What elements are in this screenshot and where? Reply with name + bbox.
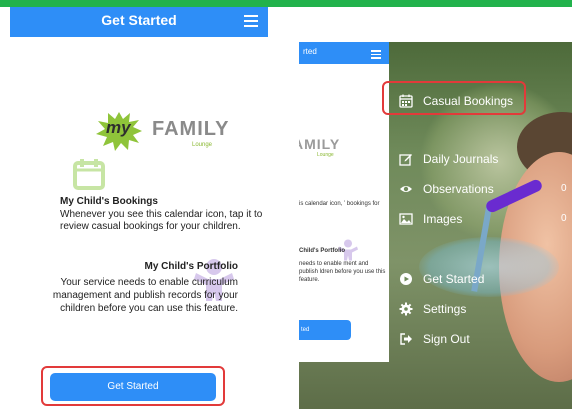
mini-menu-icon[interactable]: [371, 48, 381, 61]
app-header: Get Started: [10, 7, 268, 37]
observations-count: 0: [561, 183, 567, 194]
menu-item-label: Get Started: [423, 272, 485, 286]
get-started-screen: Get Started my FAMILY Lounge My Child's …: [10, 7, 268, 409]
menu-item-label: Sign Out: [423, 332, 470, 346]
my-family-lounge-logo: my FAMILY Lounge: [94, 109, 229, 159]
bookings-heading: My Child's Bookings: [60, 196, 158, 207]
menu-item-label: Daily Journals: [423, 152, 499, 166]
top-accent-bar: [0, 0, 572, 7]
portfolio-heading: My Child's Portfolio: [144, 261, 239, 272]
page-title: Get Started: [101, 12, 177, 28]
sign-out-icon: [400, 333, 412, 345]
mini-get-started-button[interactable]: ted: [299, 320, 351, 340]
bookings-description: Whenever you see this calendar icon, tap…: [60, 209, 263, 232]
mini-title: rted: [303, 47, 317, 56]
mini-logo: AMILY: [299, 136, 341, 152]
mini-bookings-text: is calendar icon, ’ bookings for: [299, 201, 380, 207]
mini-logo-lounge: Lounge: [317, 152, 334, 158]
highlight-get-started: [41, 366, 225, 406]
logo-lounge-text: Lounge: [192, 142, 213, 148]
portfolio-description: Your service needs to enable curriculum …: [52, 277, 238, 314]
menu-item-label: Images: [423, 212, 463, 226]
mini-header: rted: [299, 42, 389, 64]
bubble-photo: [419, 237, 559, 297]
menu-item-label: Observations: [423, 182, 494, 196]
edit-icon: [399, 154, 412, 166]
gear-icon: [399, 302, 413, 316]
menu-icon[interactable]: [244, 12, 258, 28]
eye-icon: [400, 186, 412, 192]
images-count: 0: [561, 213, 567, 224]
play-circle-icon: [400, 273, 412, 285]
menu-item-label: Settings: [423, 302, 467, 316]
mini-portfolio-heading: Child's Portfolio: [299, 248, 346, 254]
logo-family-text: FAMILY: [152, 118, 230, 140]
calendar-icon: [73, 159, 105, 190]
image-icon: [399, 213, 413, 225]
mini-portfolio-text: needs to enable ment and publish ldren b…: [299, 261, 386, 283]
highlight-casual-bookings: [382, 81, 526, 115]
logo-my-text: my: [106, 118, 131, 137]
underlying-screen: rted AMILY Lounge is calendar icon, ’ bo…: [299, 42, 389, 362]
